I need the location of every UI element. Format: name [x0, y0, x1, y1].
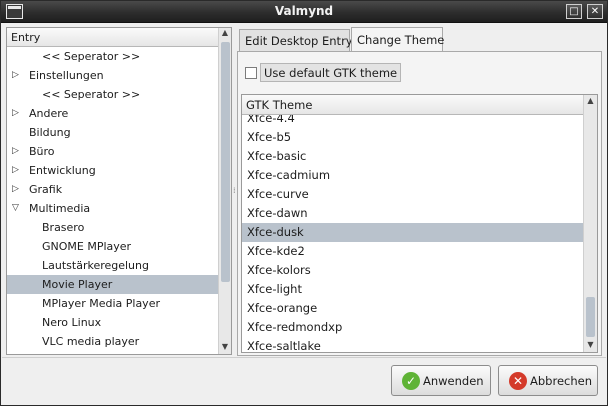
gtk-theme-rows: Xfce-4.4 Xfce-b5 Xfce-basic Xfce-cadmium Xfc… — [242, 109, 583, 352]
tree-item[interactable]: ▷ Andere — [7, 104, 218, 123]
collapsed-arrow-icon[interactable]: ▷ — [12, 142, 22, 161]
tree-item[interactable]: Nero Linux — [7, 313, 218, 332]
tree-item[interactable]: Brasero — [7, 218, 218, 237]
tree-item-label: Netzwerk — [29, 351, 81, 354]
tree-item[interactable]: ▷ Grafik — [7, 180, 218, 199]
use-default-gtk-theme-label[interactable]: Use default GTK theme — [260, 63, 402, 82]
tree-item-label: Büro — [29, 145, 55, 158]
tree-item-label: Multimedia — [29, 202, 91, 215]
close-button[interactable]: ✕ — [587, 4, 603, 19]
window-title: Valmynd — [274, 4, 334, 18]
tree-item[interactable]: VLC media player — [7, 332, 218, 351]
app-window: Valmynd □ ✕ Entry << Seperator >> ▷ Einste… — [0, 0, 608, 406]
collapsed-arrow-icon[interactable]: ▷ — [12, 66, 22, 85]
cancel-button[interactable]: ✕ Abbrechen — [498, 365, 598, 396]
collapsed-arrow-icon[interactable]: ▷ — [12, 180, 22, 199]
tree-item[interactable]: ▷ Entwicklung — [7, 161, 218, 180]
tree-item[interactable]: ▷ Büro — [7, 142, 218, 161]
tree-item-label: << Seperator >> — [42, 88, 141, 101]
tree-item[interactable]: ▷ Netzwerk — [7, 351, 218, 354]
apply-button-label: Anwenden — [423, 374, 484, 388]
theme-list-item[interactable]: Xfce-redmondxp — [242, 318, 583, 337]
theme-list-item[interactable]: Xfce-basic — [242, 147, 583, 166]
theme-list-item[interactable]: Xfce-orange — [242, 299, 583, 318]
tree-item-label: VLC media player — [42, 335, 140, 348]
tree-item-label: Bildung — [29, 126, 71, 139]
tree-item-label: Grafik — [29, 183, 63, 196]
tree-item-label: Andere — [29, 107, 69, 120]
tree-item[interactable]: << Seperator >> — [7, 85, 218, 104]
tree-item[interactable]: Bildung — [7, 123, 218, 142]
scroll-up-arrow-icon[interactable]: ▲ — [219, 28, 231, 40]
tab-change-theme[interactable]: Change Theme — [351, 27, 444, 52]
entry-column-header[interactable]: Entry — [7, 28, 218, 47]
check-icon: ✓ — [402, 372, 420, 390]
title-bar[interactable]: Valmynd □ ✕ — [1, 1, 607, 23]
collapsed-arrow-icon[interactable]: ▷ — [12, 104, 22, 123]
tree-item[interactable]: << Seperator >> — [7, 47, 218, 66]
maximize-button[interactable]: □ — [566, 4, 582, 19]
collapsed-arrow-icon[interactable]: ▷ — [12, 161, 22, 180]
theme-list-scrollbar[interactable]: ▲ ▼ — [583, 95, 597, 352]
tree-item[interactable]: Movie Player — [7, 275, 218, 294]
entry-tree-panel: Entry << Seperator >> ▷ Einstellungen << Se… — [6, 27, 232, 355]
tree-item-label: GNOME MPlayer — [42, 240, 132, 253]
tree-item-label: Nero Linux — [42, 316, 102, 329]
gtk-theme-list: Xfce-4.4 Xfce-b5 Xfce-basic Xfce-cadmium Xfc… — [241, 94, 598, 353]
tree-item-label: MPlayer Media Player — [42, 297, 160, 310]
scroll-up-arrow-icon[interactable]: ▲ — [584, 96, 597, 108]
entry-tree: << Seperator >> ▷ Einstellungen << Seperato… — [7, 47, 218, 354]
tree-item[interactable]: Lautstärkeregelung — [7, 256, 218, 275]
theme-list-item[interactable]: Xfce-kolors — [242, 261, 583, 280]
scroll-down-arrow-icon[interactable]: ▼ — [219, 342, 231, 354]
tree-item[interactable]: MPlayer Media Player — [7, 294, 218, 313]
theme-list-item[interactable]: Xfce-kde2 — [242, 242, 583, 261]
apply-button[interactable]: ✓ Anwenden — [391, 365, 491, 396]
tree-item-label: Brasero — [42, 221, 85, 234]
theme-list-item[interactable]: Xfce-b5 — [242, 128, 583, 147]
tree-item[interactable]: GNOME MPlayer — [7, 237, 218, 256]
theme-list-item[interactable]: Xfce-curve — [242, 185, 583, 204]
theme-list-item[interactable]: Xfce-dawn — [242, 204, 583, 223]
theme-list-item[interactable]: Xfce-saltlake — [242, 337, 583, 352]
entry-tree-scrollbar[interactable]: ▲ ▼ — [218, 28, 231, 354]
scroll-down-arrow-icon[interactable]: ▼ — [584, 340, 597, 352]
tree-item-label: << Seperator >> — [42, 50, 141, 63]
collapsed-arrow-icon[interactable]: ▷ — [12, 351, 22, 354]
theme-list-item[interactable]: Xfce-dusk — [242, 223, 583, 242]
tree-item-label: Einstellungen — [29, 69, 104, 82]
scrollbar-thumb[interactable] — [586, 297, 595, 337]
cancel-icon: ✕ — [509, 372, 527, 390]
tree-item-label: Entwicklung — [29, 164, 96, 177]
tab-edit-desktop-entry[interactable]: Edit Desktop Entry — [239, 29, 353, 51]
theme-list-item[interactable]: Xfce-cadmium — [242, 166, 583, 185]
tree-item[interactable]: ▷ Einstellungen — [7, 66, 218, 85]
use-default-gtk-theme-checkbox[interactable] — [245, 67, 257, 79]
tree-item-label: Lautstärkeregelung — [42, 259, 149, 272]
tree-item[interactable]: ▽ Multimedia — [7, 199, 218, 218]
divider — [2, 357, 606, 358]
expanded-arrow-icon[interactable]: ▽ — [12, 199, 22, 218]
theme-list-item[interactable]: Xfce-light — [242, 280, 583, 299]
cancel-button-label: Abbrechen — [530, 374, 592, 388]
tree-item-label: Movie Player — [42, 278, 113, 291]
scrollbar-thumb[interactable] — [221, 42, 230, 282]
gtk-theme-column-header[interactable]: GTK Theme — [242, 95, 583, 115]
